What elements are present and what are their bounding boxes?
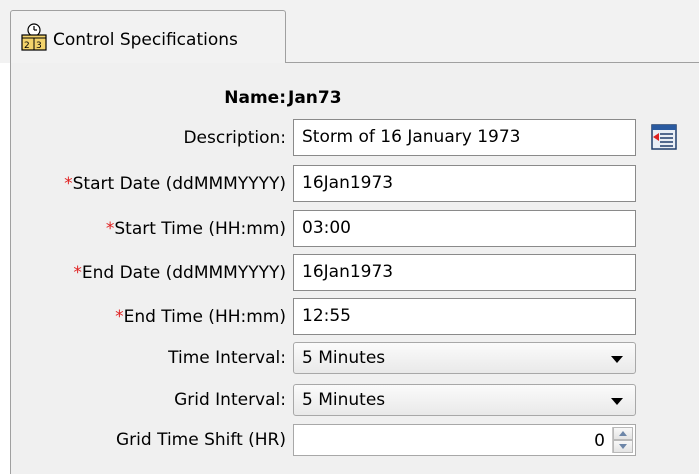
time-interval-select[interactable]: 5 Minutes bbox=[293, 342, 636, 374]
description-input[interactable]: Storm of 16 January 1973 bbox=[293, 119, 636, 156]
calendar-clock-icon: 2 3 bbox=[21, 23, 47, 51]
start-time-input[interactable]: 03:00 bbox=[293, 210, 636, 247]
end-time-label: End Time (HH:mm) bbox=[123, 307, 286, 327]
start-time-row: *Start Time (HH:mm) 03:00 bbox=[0, 210, 699, 248]
name-row: Name: Jan73 bbox=[0, 88, 341, 108]
spinner-down-icon[interactable] bbox=[613, 440, 633, 453]
description-label: Description: bbox=[183, 128, 286, 148]
start-date-label-group: *Start Date (ddMMMYYYY) bbox=[64, 174, 286, 194]
name-label: Name: bbox=[224, 88, 286, 108]
grid-time-shift-value: 0 bbox=[594, 431, 605, 451]
grid-interval-row: Grid Interval: 5 Minutes bbox=[0, 384, 699, 422]
spinner-up-icon[interactable] bbox=[613, 427, 633, 440]
svg-text:3: 3 bbox=[36, 41, 42, 51]
svg-text:2: 2 bbox=[24, 41, 30, 51]
start-date-row: *Start Date (ddMMMYYYY) 16Jan1973 bbox=[0, 165, 699, 203]
required-marker: * bbox=[64, 174, 73, 194]
end-time-input[interactable]: 12:55 bbox=[293, 298, 636, 335]
required-marker: * bbox=[115, 307, 124, 327]
chevron-down-icon bbox=[611, 356, 623, 363]
description-row: Description: Storm of 16 January 1973 bbox=[0, 119, 699, 157]
open-editor-icon[interactable] bbox=[650, 123, 678, 151]
time-interval-label: Time Interval: bbox=[168, 348, 286, 368]
required-marker: * bbox=[73, 263, 82, 283]
end-date-label-group: *End Date (ddMMMYYYY) bbox=[73, 263, 286, 283]
tab-label: Control Specifications bbox=[53, 30, 238, 50]
start-time-label-group: *Start Time (HH:mm) bbox=[106, 219, 286, 239]
grid-interval-value: 5 Minutes bbox=[302, 390, 386, 410]
grid-interval-select[interactable]: 5 Minutes bbox=[293, 384, 636, 416]
grid-time-shift-label: Grid Time Shift (HR) bbox=[116, 430, 286, 450]
end-date-input[interactable]: 16Jan1973 bbox=[293, 254, 636, 291]
grid-time-shift-spinner[interactable]: 0 bbox=[293, 424, 636, 456]
time-interval-value: 5 Minutes bbox=[302, 348, 386, 368]
time-interval-row: Time Interval: 5 Minutes bbox=[0, 342, 699, 380]
end-time-label-group: *End Time (HH:mm) bbox=[115, 307, 286, 327]
spinner-buttons bbox=[612, 427, 633, 453]
end-time-row: *End Time (HH:mm) 12:55 bbox=[0, 298, 699, 336]
end-date-row: *End Date (ddMMMYYYY) 16Jan1973 bbox=[0, 254, 699, 292]
start-time-label: Start Time (HH:mm) bbox=[114, 219, 286, 239]
grid-interval-label: Grid Interval: bbox=[174, 390, 286, 410]
end-date-label: End Date (ddMMMYYYY) bbox=[81, 263, 286, 283]
tab-control-specifications[interactable]: 2 3 Control Specifications bbox=[10, 10, 286, 63]
chevron-down-icon bbox=[611, 398, 623, 405]
name-value: Jan73 bbox=[288, 88, 342, 108]
grid-time-shift-row: Grid Time Shift (HR) 0 bbox=[0, 424, 699, 462]
start-date-input[interactable]: 16Jan1973 bbox=[293, 165, 636, 202]
start-date-label: Start Date (ddMMMYYYY) bbox=[72, 174, 286, 194]
